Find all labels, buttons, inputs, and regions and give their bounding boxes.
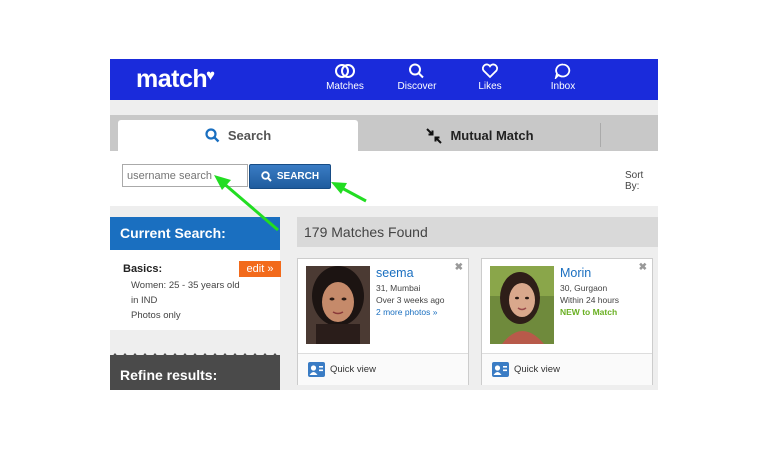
annotation-arrows	[214, 175, 367, 232]
arrow-to-search-button	[331, 182, 367, 203]
arrow-to-username-input	[214, 175, 279, 232]
